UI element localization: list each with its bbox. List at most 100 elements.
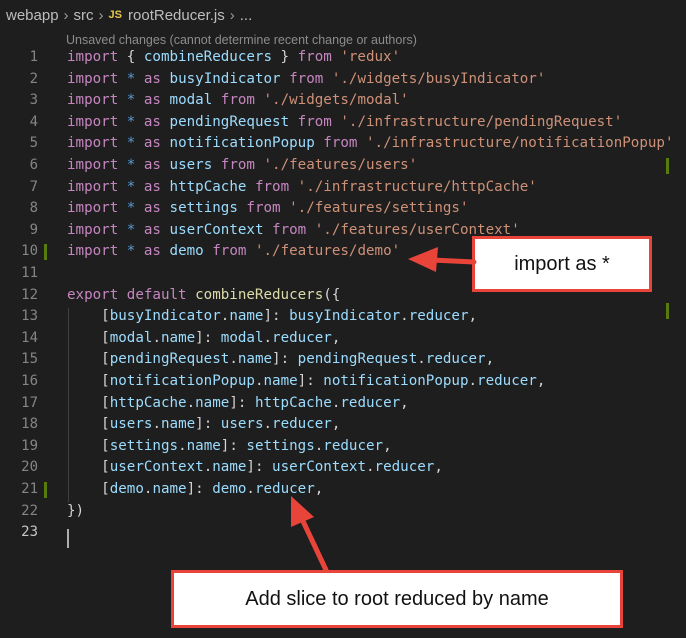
- line-number: 2: [29, 70, 38, 87]
- chevron-right-icon: ›: [98, 6, 104, 24]
- modified-line-gutter-marker[interactable]: [44, 244, 47, 261]
- code-token: busyIndicator: [169, 70, 281, 87]
- code-token: .: [152, 329, 161, 346]
- code-token: from: [254, 178, 290, 195]
- line-number: 14: [21, 329, 38, 346]
- code-token: as: [143, 135, 161, 152]
- code-token: ,: [536, 373, 546, 389]
- code-token: demo: [169, 243, 204, 260]
- code-line[interactable]: 15 [pendingRequest.name]: pendingRequest…: [0, 349, 686, 371]
- code-token: }): [67, 502, 85, 519]
- code-token: .: [263, 416, 273, 433]
- code-token: reducer: [477, 373, 537, 389]
- code-token: notificationPopup: [109, 373, 255, 389]
- code-line[interactable]: 4 import * as pendingRequest from './infr…: [0, 112, 686, 134]
- code-token: import: [67, 70, 119, 87]
- code-token: name: [229, 308, 264, 325]
- breadcrumb-item-webapp[interactable]: webapp: [6, 7, 59, 24]
- codelens-blame-info[interactable]: Unsaved changes (cannot determine recent…: [66, 33, 417, 47]
- code-line[interactable]: 7 import * as httpCache from './infrastru…: [0, 177, 686, 199]
- code-token: modal: [169, 92, 213, 109]
- code-line[interactable]: 19 [settings.name]: settings.reducer,: [0, 436, 686, 458]
- code-token: name: [160, 416, 196, 433]
- line-number: 15: [21, 351, 38, 368]
- code-editor[interactable]: 1 import { combineReducers } from 'redux'…: [0, 47, 686, 548]
- code-line[interactable]: 3 import * as modal from './widgets/modal…: [0, 90, 686, 112]
- code-text: [demo.name]: demo.reducer,: [67, 479, 323, 501]
- breadcrumb-item-src[interactable]: src: [74, 7, 94, 24]
- code-token: from: [220, 92, 255, 109]
- line-number: 1: [29, 49, 38, 65]
- code-line[interactable]: 22}): [0, 501, 686, 523]
- code-line[interactable]: 18 [users.name]: users.reducer,: [0, 414, 686, 436]
- code-line[interactable]: 20 [userContext.name]: userContext.reduc…: [0, 457, 686, 479]
- code-token: [: [67, 394, 110, 411]
- code-line[interactable]: 6 import * as users from './features/user…: [0, 155, 686, 177]
- modified-line-gutter-marker[interactable]: [44, 482, 47, 498]
- code-text: [modal.name]: modal.reducer,: [67, 328, 340, 350]
- code-line[interactable]: 14 [modal.name]: modal.reducer,: [0, 328, 686, 350]
- code-text: import * as busyIndicator from './widget…: [67, 69, 545, 91]
- code-token: .: [263, 329, 273, 346]
- code-text: [userContext.name]: userContext.reducer,: [67, 457, 443, 479]
- line-number: 11: [21, 265, 38, 281]
- code-token: {: [118, 49, 144, 65]
- code-line[interactable]: 8 import * as settings from './features/s…: [0, 198, 686, 220]
- code-token: name: [212, 459, 247, 476]
- code-token: from: [212, 243, 247, 260]
- code-token: as: [143, 221, 161, 238]
- code-token: [: [67, 351, 110, 368]
- line-number: 10: [21, 243, 38, 260]
- code-token: as: [143, 200, 161, 217]
- code-token: combineReducers: [195, 286, 324, 303]
- code-token: name: [160, 329, 196, 346]
- code-line[interactable]: 23: [0, 522, 686, 544]
- code-token: pendingRequest: [297, 351, 418, 368]
- code-token: ,: [331, 329, 341, 346]
- code-line[interactable]: 17 [httpCache.name]: httpCache.reducer,: [0, 393, 686, 415]
- code-line[interactable]: 13 [busyIndicator.name]: busyIndicator.r…: [0, 306, 686, 328]
- code-token: reducer: [272, 416, 332, 433]
- code-token: reducer: [254, 481, 315, 497]
- code-token: settings: [109, 437, 179, 454]
- breadcrumb-item-more[interactable]: ...: [240, 7, 253, 24]
- code-text: export default combineReducers({: [67, 285, 340, 307]
- breadcrumb-item-file[interactable]: rootReducer.js: [128, 7, 225, 24]
- code-token: as: [143, 157, 161, 173]
- code-token: as: [143, 243, 161, 260]
- code-line[interactable]: 21 [demo.name]: demo.reducer,: [0, 479, 686, 501]
- code-token: reducer: [272, 329, 332, 346]
- code-token: .: [468, 373, 478, 389]
- code-line[interactable]: 1 import { combineReducers } from 'redux': [0, 47, 686, 69]
- code-token: './features/users': [263, 157, 418, 173]
- code-token: import: [67, 135, 119, 152]
- code-token: .: [229, 351, 238, 368]
- code-token: pendingRequest: [169, 113, 290, 130]
- code-token: ,: [400, 394, 409, 411]
- code-token: export: [67, 286, 119, 303]
- code-line[interactable]: 5 import * as notificationPopup from './i…: [0, 133, 686, 155]
- code-text: [settings.name]: settings.reducer,: [67, 436, 391, 458]
- code-token: from: [297, 113, 332, 130]
- code-line[interactable]: 16 [notificationPopup.name]: notificatio…: [0, 371, 686, 393]
- code-token: .: [152, 416, 161, 433]
- code-token: notificationPopup: [323, 373, 469, 389]
- code-line[interactable]: 2 import * as busyIndicator from './widge…: [0, 69, 686, 91]
- code-token: modal: [220, 329, 264, 346]
